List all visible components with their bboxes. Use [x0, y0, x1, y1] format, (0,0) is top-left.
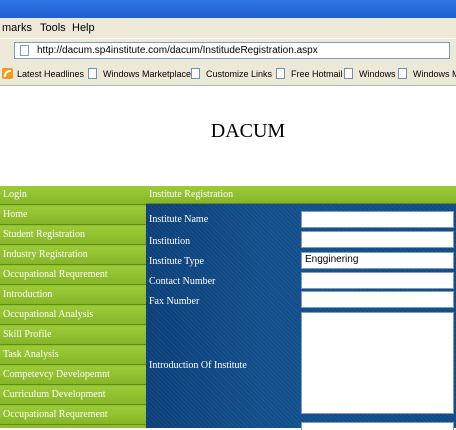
link-label: Free Hotmail	[291, 68, 343, 79]
menu-item-bookmarks[interactable]: marks	[2, 22, 32, 34]
next-field-input[interactable]	[301, 422, 454, 430]
link-label: Windows	[359, 68, 396, 79]
page-icon	[344, 68, 353, 79]
link-latest-headlines[interactable]: Latest Headlines	[2, 68, 84, 79]
menu-bar: marks Tools Help	[0, 18, 456, 38]
page-icon	[88, 68, 97, 79]
sidebar-item-occupational-analysis[interactable]: Occupational Analysis	[0, 306, 146, 325]
fax-number-label: Fax Number	[149, 296, 200, 307]
address-url: http://dacum.sp4institute.com/dacum/Inst…	[37, 45, 318, 56]
sidebar-item-competency-development[interactable]: Competevcy Developemnt	[0, 366, 146, 385]
link-label: Latest Headlines	[17, 68, 85, 79]
sidebar-item-curriculum-development[interactable]: Curriculum Development	[0, 386, 146, 405]
sidebar-item-student-registration[interactable]: Student Registration	[0, 226, 146, 245]
address-input[interactable]: http://dacum.sp4institute.com/dacum/Inst…	[14, 42, 450, 59]
institution-label: Institution	[149, 236, 191, 247]
window-titlebar	[0, 0, 456, 18]
menu-item-help[interactable]: Help	[72, 22, 95, 34]
sidebar-item-login[interactable]: Login	[0, 186, 146, 205]
sidebar-item-task-analysis[interactable]: Task Analysis	[0, 346, 146, 365]
sidebar-item-occupational-requirement-2[interactable]: Occupational Requrement	[0, 406, 146, 425]
link-label: Windows Marketplace	[103, 68, 192, 79]
link-windows-media[interactable]: Windows Media	[398, 68, 456, 79]
rss-icon	[2, 68, 13, 79]
link-label: Customize Links	[206, 68, 273, 79]
page-icon	[276, 68, 285, 79]
link-free-hotmail[interactable]: Free Hotmail	[276, 68, 343, 79]
institute-name-label: Institute Name	[149, 214, 209, 225]
introduction-label: Introduction Of Institute	[149, 360, 247, 371]
address-bar: http://dacum.sp4institute.com/dacum/Inst…	[0, 38, 456, 64]
site-title: DACUM	[210, 120, 286, 142]
form-heading: Institute Registration	[146, 186, 456, 204]
sidebar-item-introduction[interactable]: Introduction	[0, 286, 146, 305]
introduction-textarea[interactable]	[301, 312, 454, 414]
page-icon	[20, 45, 29, 56]
sidebar-item-home[interactable]: Home	[0, 206, 146, 225]
links-bar: Latest Headlines Windows Marketplace Cus…	[0, 63, 456, 86]
registration-form: Institute Name Institution Institute Typ…	[146, 204, 456, 430]
sidebar-item-occupational-requirement[interactable]: Occupational Requrement	[0, 266, 146, 285]
page-icon	[398, 68, 407, 79]
sidebar-item-industry-registration[interactable]: Industry Registration	[0, 246, 146, 265]
page-icon	[191, 68, 200, 79]
institution-input[interactable]	[301, 231, 454, 248]
link-customize-links[interactable]: Customize Links	[191, 68, 272, 79]
sidebar-nav: Login Home Student Registration Industry…	[0, 186, 146, 428]
link-windows-marketplace[interactable]: Windows Marketplace	[88, 68, 191, 79]
link-windows[interactable]: Windows	[344, 68, 396, 79]
sidebar-item-skill-profile[interactable]: Skill Profile	[0, 326, 146, 345]
institute-type-input[interactable]: Engginering	[301, 252, 454, 269]
link-label: Windows Media	[413, 68, 456, 79]
contact-number-input[interactable]	[301, 272, 454, 289]
institute-type-label: Institute Type	[149, 256, 204, 267]
menu-item-tools[interactable]: Tools	[40, 22, 66, 34]
institute-name-input[interactable]	[301, 211, 454, 228]
fax-number-input[interactable]	[301, 291, 454, 308]
contact-number-label: Contact Number	[149, 276, 216, 287]
